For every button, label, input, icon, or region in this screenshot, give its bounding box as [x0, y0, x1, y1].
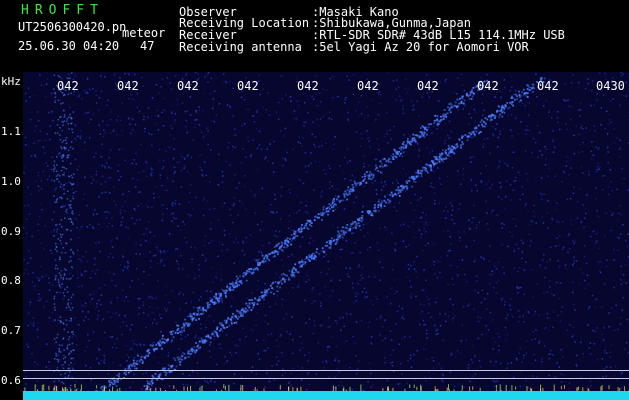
- time-tick: 042: [417, 79, 439, 93]
- time-tick: 042: [117, 79, 139, 93]
- y-tick: 1.0: [1, 175, 21, 188]
- date-time-text: 25.06.30 04:20: [18, 39, 120, 53]
- time-tick: 0430: [596, 79, 625, 93]
- frequency-axis: kHz 1.1 1.0 0.9 0.8 0.7 0.6: [0, 72, 23, 400]
- time-tick: 042: [477, 79, 499, 93]
- time-tick: 042: [177, 79, 199, 93]
- time-tick: 042: [297, 79, 319, 93]
- antenna-value: :5el Yagi Az 20 for Aomori VOR: [312, 40, 529, 54]
- y-tick: 0.9: [1, 225, 21, 238]
- spectrogram-canvas: [23, 72, 629, 400]
- y-tick: 0.8: [1, 274, 21, 287]
- y-tick: 1.1: [1, 125, 21, 138]
- time-tick: 042: [357, 79, 379, 93]
- meteor-count: 47: [140, 39, 155, 53]
- unit-label: kHz: [1, 75, 21, 88]
- antenna-label: Receiving antenna: [179, 40, 302, 54]
- brand-title: HROFFT: [21, 3, 104, 18]
- baseline-power-bar: [23, 391, 629, 400]
- reference-line: [23, 370, 629, 371]
- time-tick: 042: [237, 79, 259, 93]
- spectrogram: [23, 72, 629, 400]
- reference-line: [23, 378, 629, 379]
- y-tick: 0.6: [1, 374, 21, 387]
- time-tick: 042: [537, 79, 559, 93]
- y-tick: 0.7: [1, 324, 21, 337]
- filename-text: UT2506300420.pn: [18, 20, 127, 34]
- header-panel: HROFFT UT2506300420.pn meteor 25.06.30 0…: [0, 0, 629, 72]
- time-tick: 042: [57, 79, 79, 93]
